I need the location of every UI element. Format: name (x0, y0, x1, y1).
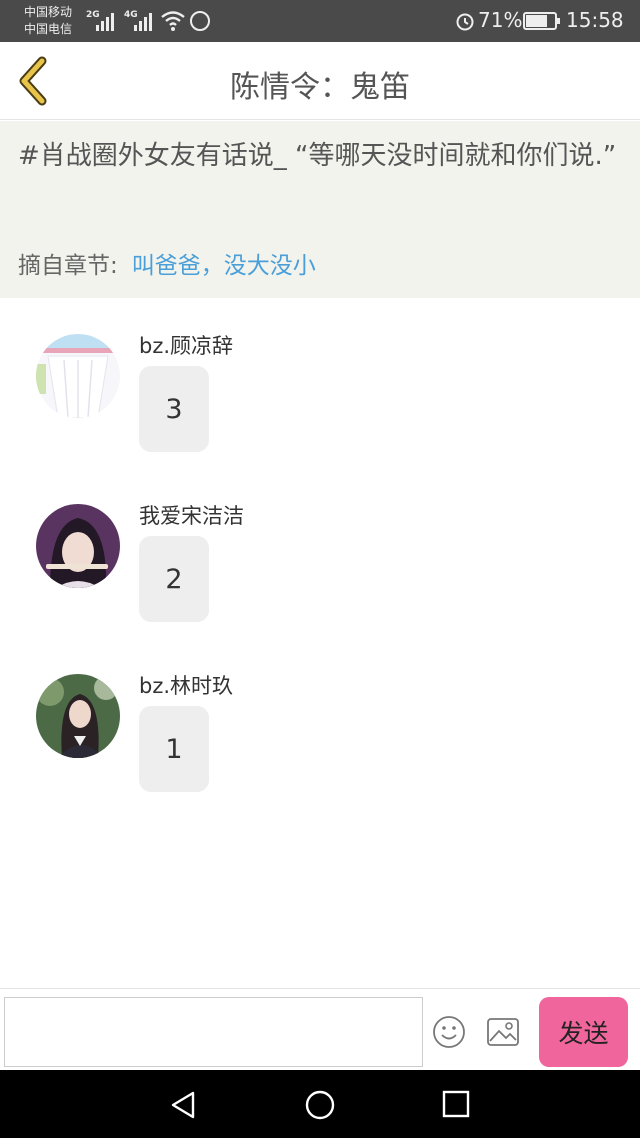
wifi-icon (161, 11, 185, 31)
reply-bubble: 3 (139, 366, 209, 452)
battery-icon (523, 12, 560, 30)
battery-percent: 71% (478, 8, 523, 32)
carrier-1: 中国移动 (24, 5, 73, 19)
chapter-link[interactable]: 叫爸爸，没大没小 (132, 253, 316, 279)
hand-notification-icon (190, 11, 210, 31)
quote-text: #肖战圈外女友有话说_ “等哪天没时间就和你们说.” (18, 141, 617, 171)
reply-username[interactable]: bz.顾凉辞 (139, 330, 233, 360)
page-title: 陈情令：鬼笛 (230, 70, 410, 105)
smiley-icon[interactable] (432, 1015, 466, 1049)
system-nav-bar (0, 1070, 640, 1138)
comment-input[interactable] (4, 997, 423, 1067)
recents-square-icon[interactable] (442, 1090, 470, 1118)
reply-username[interactable]: bz.林时玖 (139, 670, 233, 700)
quote-panel: #肖战圈外女友有话说_ “等哪天没时间就和你们说.” 摘自章节: 叫爸爸，没大没小 (0, 121, 640, 298)
reply-username[interactable]: 我爱宋洁洁 (139, 500, 244, 530)
status-bar: 中国移动 中国电信 2G 4G 71% 15:58 (0, 0, 640, 42)
app-header: 陈情令：鬼笛 (0, 42, 640, 120)
home-circle-icon[interactable] (305, 1090, 335, 1120)
signal-icon-2 (134, 11, 152, 31)
chapter-source: 摘自章节: 叫爸爸，没大没小 (18, 246, 316, 280)
alarm-icon (456, 13, 474, 31)
avatar[interactable] (36, 504, 120, 588)
carrier-names: 中国移动 中国电信 (24, 4, 72, 38)
comment-input-bar: 发送 (0, 988, 640, 1070)
avatar[interactable] (36, 334, 120, 418)
reply-bubble: 1 (139, 706, 209, 792)
avatar[interactable] (36, 674, 120, 758)
reply-item: bz.林时玖 1 (0, 674, 640, 844)
back-triangle-icon[interactable] (169, 1090, 197, 1120)
clock: 15:58 (566, 8, 624, 32)
reply-item: bz.顾凉辞 3 (0, 334, 640, 504)
battery-level-fill (526, 15, 548, 27)
reply-bubble: 2 (139, 536, 209, 622)
reply-item: 我爱宋洁洁 2 (0, 504, 640, 674)
chapter-label: 摘自章节: (18, 253, 118, 279)
send-button[interactable]: 发送 (539, 997, 628, 1067)
signal-icon-1 (96, 11, 114, 31)
image-icon[interactable] (486, 1017, 520, 1047)
carrier-2: 中国电信 (24, 22, 73, 36)
